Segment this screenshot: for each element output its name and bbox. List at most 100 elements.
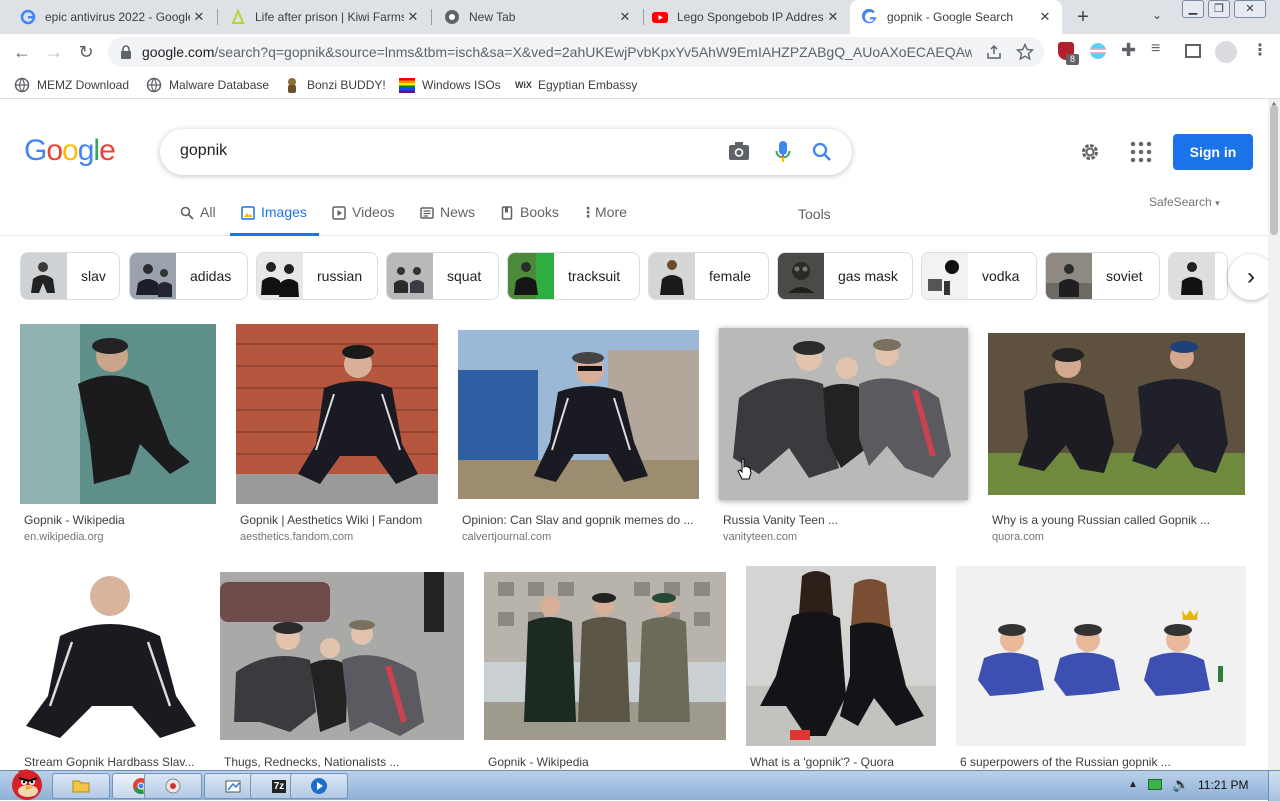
- taskbar-media-button[interactable]: [290, 773, 348, 799]
- result-caption[interactable]: Why is a young Russian called Gopnik ...: [992, 513, 1242, 527]
- chip-vodka[interactable]: vodka: [921, 252, 1037, 300]
- back-arrow-icon[interactable]: ←: [10, 40, 34, 64]
- youtube-icon: [652, 12, 668, 23]
- browser-tab[interactable]: New Tab ✕: [432, 0, 642, 34]
- puzzle-extensions-icon[interactable]: ✚: [1121, 40, 1136, 61]
- tab-news[interactable]: News: [420, 204, 475, 236]
- kebab-menu-icon[interactable]: ⋮: [1252, 40, 1268, 60]
- angry-bird-start-icon[interactable]: [4, 763, 50, 801]
- chip-gas-mask[interactable]: gas mask: [777, 252, 913, 300]
- close-icon[interactable]: ✕: [616, 9, 634, 25]
- minimize-button[interactable]: ▁: [1182, 0, 1204, 18]
- result-caption[interactable]: 6 superpowers of the Russian gopnik ...: [960, 755, 1196, 769]
- volume-icon[interactable]: 🔈: [1172, 776, 1189, 793]
- chip-label: gas mask: [838, 268, 898, 284]
- bookmark-item[interactable]: MEMZ Download: [14, 76, 129, 94]
- chip-partial[interactable]: [1168, 252, 1228, 300]
- result-thumbnail[interactable]: [988, 333, 1245, 495]
- bookmark-label: MEMZ Download: [37, 78, 130, 92]
- network-icon[interactable]: [1148, 779, 1162, 790]
- browser-tab[interactable]: epic antivirus 2022 - Google ✕: [8, 0, 216, 34]
- taskbar-clock[interactable]: 11:21 PM: [1198, 778, 1248, 792]
- result-thumbnail[interactable]: [20, 324, 216, 504]
- result-caption[interactable]: Gopnik - Wikipedia: [24, 513, 214, 527]
- result-caption[interactable]: What is a 'gopnik'? - Quora: [750, 755, 936, 769]
- browser-tab[interactable]: Life after prison | Kiwi Farms ✕: [218, 0, 430, 34]
- camera-lens-icon[interactable]: [728, 141, 750, 161]
- chip-soviet[interactable]: soviet: [1045, 252, 1160, 300]
- pride-flag-extension-icon[interactable]: [1090, 43, 1106, 59]
- side-panel-icon[interactable]: [1185, 44, 1201, 58]
- restore-button[interactable]: ❐: [1208, 0, 1230, 18]
- tab-more[interactable]: ⋮ More: [581, 204, 627, 236]
- close-icon[interactable]: ✕: [404, 9, 422, 25]
- browser-tab-active[interactable]: gopnik - Google Search ✕: [850, 0, 1062, 34]
- result-caption[interactable]: Russia Vanity Teen ...: [723, 513, 963, 527]
- address-bar[interactable]: google.com/search?q=gopnik&source=lnms&t…: [108, 37, 1044, 67]
- profile-avatar-icon[interactable]: [1215, 41, 1237, 63]
- result-thumbnail[interactable]: [458, 330, 699, 499]
- chip-russian[interactable]: russian: [256, 252, 378, 300]
- microphone-icon[interactable]: [775, 140, 791, 164]
- bookmark-item[interactable]: Bonzi BUDDY!: [284, 76, 386, 94]
- search-box[interactable]: gopnik: [160, 129, 852, 175]
- scrollbar-thumb[interactable]: [1270, 105, 1278, 235]
- taskbar-app-button[interactable]: [144, 773, 202, 799]
- chip-adidas[interactable]: adidas: [129, 252, 248, 300]
- vertical-scrollbar[interactable]: ▲: [1268, 99, 1280, 770]
- bookmark-item[interactable]: Windows ISOs: [399, 76, 501, 94]
- media-playlist-icon[interactable]: ≡: [1151, 40, 1160, 58]
- result-caption[interactable]: Stream Gopnik Hardbass Slav...: [24, 755, 200, 769]
- result-thumbnail[interactable]: [956, 566, 1246, 746]
- result-thumbnail[interactable]: [719, 328, 968, 500]
- settings-gear-icon[interactable]: [1078, 140, 1102, 164]
- chip-tracksuit[interactable]: tracksuit: [507, 252, 640, 300]
- apps-grid-icon[interactable]: [1130, 141, 1152, 163]
- google-logo[interactable]: Google: [24, 134, 116, 168]
- show-desktop-button[interactable]: [1268, 771, 1280, 801]
- tab-books[interactable]: Books: [500, 204, 559, 236]
- search-icon[interactable]: [812, 142, 832, 162]
- chip-slav[interactable]: slav: [20, 252, 120, 300]
- browser-tab[interactable]: Lego Spongebob IP Address ✕: [640, 0, 850, 34]
- search-input[interactable]: gopnik: [180, 142, 227, 160]
- chip-squat[interactable]: squat: [386, 252, 499, 300]
- forward-arrow-icon[interactable]: →: [42, 40, 66, 64]
- vertical-dots-icon: ⋮: [581, 204, 595, 220]
- tab-search-chevron-icon[interactable]: ⌄: [1152, 8, 1162, 22]
- bookmark-star-icon[interactable]: [1016, 43, 1034, 61]
- sign-in-button[interactable]: Sign in: [1173, 134, 1253, 170]
- close-icon[interactable]: ✕: [1036, 9, 1054, 25]
- bookmark-item[interactable]: WiX Egyptian Embassy: [515, 76, 637, 94]
- result-thumbnail[interactable]: [220, 572, 464, 740]
- reload-icon[interactable]: ↻: [74, 40, 98, 64]
- bookmark-item[interactable]: Malware Database: [146, 76, 269, 94]
- close-icon[interactable]: ✕: [190, 9, 208, 25]
- close-window-button[interactable]: ✕: [1234, 0, 1266, 18]
- result-caption[interactable]: Gopnik - Wikipedia: [488, 755, 724, 769]
- result-thumbnail[interactable]: [484, 572, 726, 740]
- book-icon: [501, 206, 513, 220]
- wix-icon: WiX: [515, 80, 532, 90]
- tab-all[interactable]: All: [180, 204, 216, 236]
- close-icon[interactable]: ✕: [824, 9, 842, 25]
- safesearch-dropdown[interactable]: SafeSearch ▾: [1149, 195, 1220, 209]
- lock-icon[interactable]: [120, 45, 132, 59]
- tools-button[interactable]: Tools: [798, 206, 831, 222]
- 7zip-icon: 7z: [271, 779, 287, 793]
- result-thumbnail[interactable]: [236, 324, 438, 504]
- taskbar-explorer-button[interactable]: [52, 773, 110, 799]
- url-text[interactable]: google.com/search?q=gopnik&source=lnms&t…: [142, 44, 972, 60]
- chip-female[interactable]: female: [648, 252, 769, 300]
- result-caption[interactable]: Gopnik | Aesthetics Wiki | Fandom: [240, 513, 436, 527]
- new-tab-button[interactable]: +: [1072, 6, 1094, 28]
- result-thumbnail[interactable]: [746, 566, 936, 746]
- tab-images[interactable]: Images: [230, 204, 319, 236]
- globe-icon: [146, 77, 162, 93]
- result-caption[interactable]: Opinion: Can Slav and gopnik memes do ..…: [462, 513, 698, 527]
- result-thumbnail[interactable]: [20, 566, 201, 746]
- tab-videos[interactable]: Videos: [332, 204, 395, 236]
- tray-expand-arrow-icon[interactable]: ▲: [1128, 779, 1138, 790]
- result-caption[interactable]: Thugs, Rednecks, Nationalists ...: [224, 755, 464, 769]
- share-icon[interactable]: [986, 44, 1002, 60]
